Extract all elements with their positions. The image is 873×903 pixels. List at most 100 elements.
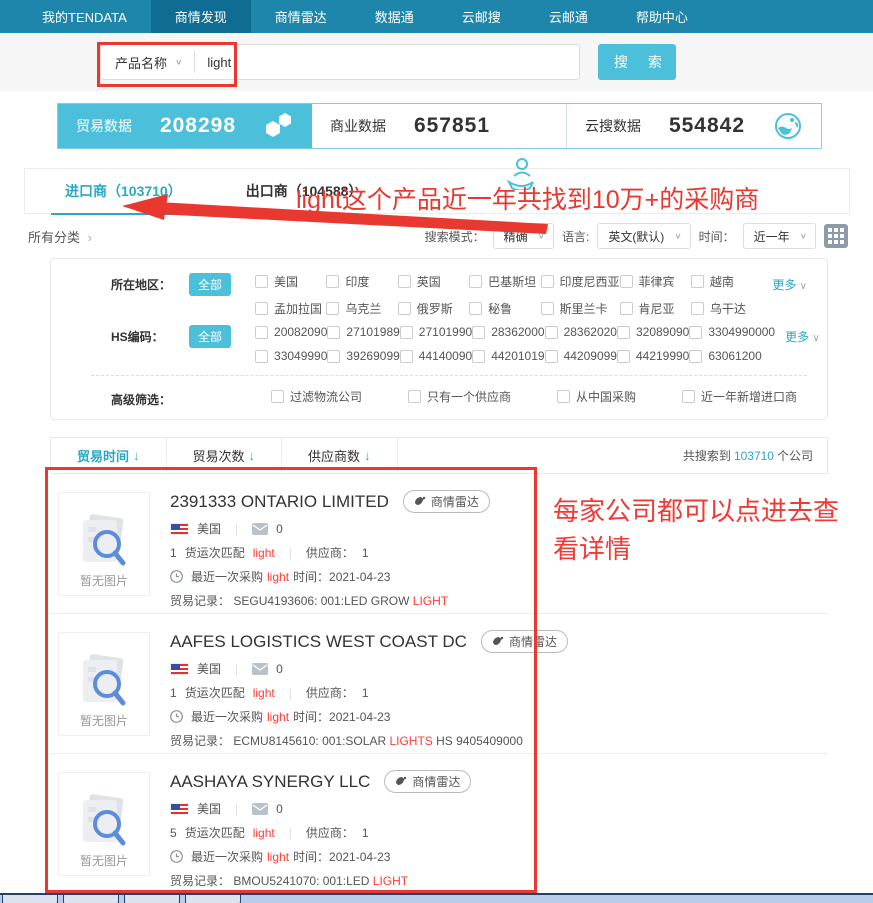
checkbox[interactable] <box>400 350 413 363</box>
nav-item-radar[interactable]: 商情雷达 <box>251 0 351 33</box>
sort-trade-time[interactable]: 贸易时间↓ <box>51 438 167 473</box>
region-checkbox-item[interactable]: 乌干达 <box>691 300 762 317</box>
checkbox[interactable] <box>691 302 704 315</box>
nav-item-datatong[interactable]: 数据通 <box>351 0 438 33</box>
hs-checkbox-item[interactable]: 33049990 <box>255 349 327 363</box>
hs-checkbox-item[interactable]: 44219990 <box>617 349 689 363</box>
sort-trade-count[interactable]: 贸易次数↓ <box>167 438 283 473</box>
hs-checkbox-item[interactable]: 28362000 <box>472 325 544 339</box>
checkbox[interactable] <box>398 302 411 315</box>
checkbox[interactable] <box>469 275 482 288</box>
region-checkbox-item[interactable]: 菲律宾 <box>620 273 691 290</box>
company-card[interactable]: 暂无图片 AASHAYA SYNERGY LLC 商情雷达 美国 | 0 <box>50 754 828 894</box>
checkbox[interactable] <box>271 390 284 403</box>
region-checkbox-item[interactable]: 英国 <box>398 273 469 290</box>
checkbox[interactable] <box>541 302 554 315</box>
hs-checkbox-item[interactable]: 32089090 <box>617 325 689 339</box>
radar-pill-button[interactable]: 商情雷达 <box>403 490 490 513</box>
language-select[interactable]: 英文(默认) ∨ <box>597 223 690 249</box>
checkbox[interactable] <box>620 302 633 315</box>
hs-checkbox-item[interactable]: 63061200 <box>689 349 775 363</box>
nav-item-mailsearch[interactable]: 云邮搜 <box>438 0 525 33</box>
company-name-link[interactable]: AAFES LOGISTICS WEST COAST DC <box>170 632 467 652</box>
tab-exporters[interactable]: 出口商（104588） <box>244 169 365 213</box>
nav-item-mailtong[interactable]: 云邮通 <box>525 0 612 33</box>
company-card[interactable]: 暂无图片 AAFES LOGISTICS WEST COAST DC 商情雷达 … <box>50 614 828 754</box>
search-category-dropdown[interactable]: 产品名称 ∨ <box>101 51 195 73</box>
company-name-link[interactable]: 2391333 ONTARIO LIMITED <box>170 492 389 512</box>
checkbox[interactable] <box>617 326 630 339</box>
nav-item-my-tendata[interactable]: 我的TENDATA <box>18 0 151 33</box>
checkbox[interactable] <box>545 350 558 363</box>
search-button[interactable]: 搜 索 <box>598 44 676 80</box>
checkbox[interactable] <box>326 275 339 288</box>
region-checkbox-item[interactable]: 斯里兰卡 <box>541 300 620 317</box>
region-checkbox-item[interactable]: 秘鲁 <box>469 300 540 317</box>
nav-item-discovery[interactable]: 商情发现 <box>151 0 251 33</box>
checkbox[interactable] <box>557 390 570 403</box>
region-checkbox-item[interactable]: 越南 <box>691 273 762 290</box>
checkbox[interactable] <box>617 350 630 363</box>
checkbox[interactable] <box>689 350 702 363</box>
hs-checkbox-item[interactable]: 27101989 <box>327 325 399 339</box>
checkbox[interactable] <box>541 275 554 288</box>
calendar-icon[interactable] <box>824 224 848 248</box>
checkbox[interactable] <box>255 326 268 339</box>
checkbox[interactable] <box>408 390 421 403</box>
hs-checkbox-item[interactable]: 20082090 <box>255 325 327 339</box>
checkbox[interactable] <box>255 275 268 288</box>
hs-checkbox-item[interactable]: 39269099 <box>327 349 399 363</box>
region-all-chip[interactable]: 全部 <box>189 273 231 296</box>
time-select[interactable]: 近一年 ∨ <box>743 223 816 249</box>
hs-checkbox-item[interactable]: 44201019 <box>472 349 544 363</box>
region-checkbox-item[interactable]: 美国 <box>255 273 326 290</box>
region-checkbox-item[interactable]: 乌克兰 <box>326 300 397 317</box>
region-checkbox-item[interactable]: 印度 <box>326 273 397 290</box>
hs-checkbox-item[interactable]: 27101990 <box>400 325 472 339</box>
checkbox[interactable] <box>472 350 485 363</box>
region-checkbox-item[interactable]: 巴基斯坦 <box>469 273 540 290</box>
advanced-checkbox-item[interactable]: 近一年新增进口商 <box>682 388 797 405</box>
hs-checkbox-item[interactable]: 28362020 <box>545 325 617 339</box>
radar-pill-button[interactable]: 商情雷达 <box>384 770 471 793</box>
all-categories-link[interactable]: 所有分类 › <box>28 227 92 246</box>
hs-checkbox-item[interactable]: 3304990000 <box>689 325 775 339</box>
region-checkbox-item[interactable]: 孟加拉国 <box>255 300 326 317</box>
checkbox[interactable] <box>620 275 633 288</box>
sort-supplier-count[interactable]: 供应商数↓ <box>282 438 398 473</box>
nav-item-help[interactable]: 帮助中心 <box>612 0 712 33</box>
region-more-link[interactable]: 更多 ∨ <box>772 273 807 293</box>
search-mode-select[interactable]: 精确 ∨ <box>493 223 554 249</box>
checkbox[interactable] <box>326 302 339 315</box>
advanced-checkbox-item[interactable]: 从中国采购 <box>557 388 636 405</box>
sheet-tab[interactable] <box>124 895 180 903</box>
checkbox[interactable] <box>327 350 340 363</box>
hs-checkbox-item[interactable]: 44209099 <box>545 349 617 363</box>
hs-all-chip[interactable]: 全部 <box>189 325 231 348</box>
checkbox[interactable] <box>255 302 268 315</box>
advanced-checkbox-item[interactable]: 过滤物流公司 <box>271 388 362 405</box>
radar-pill-button[interactable]: 商情雷达 <box>481 630 568 653</box>
hs-checkbox-item[interactable]: 44140090 <box>400 349 472 363</box>
checkbox[interactable] <box>682 390 695 403</box>
checkbox[interactable] <box>469 302 482 315</box>
sheet-tab[interactable] <box>185 895 241 903</box>
search-input[interactable] <box>195 55 579 70</box>
checkbox[interactable] <box>691 275 704 288</box>
checkbox[interactable] <box>255 350 268 363</box>
checkbox[interactable] <box>689 326 702 339</box>
checkbox[interactable] <box>545 326 558 339</box>
advanced-checkbox-item[interactable]: 只有一个供应商 <box>408 388 511 405</box>
region-checkbox-item[interactable]: 印度尼西亚 <box>541 273 620 290</box>
hs-more-link[interactable]: 更多 ∨ <box>785 325 820 345</box>
checkbox[interactable] <box>327 326 340 339</box>
region-checkbox-item[interactable]: 俄罗斯 <box>398 300 469 317</box>
checkbox[interactable] <box>398 275 411 288</box>
sheet-tab[interactable] <box>2 895 58 903</box>
company-name-link[interactable]: AASHAYA SYNERGY LLC <box>170 772 370 792</box>
tab-importers[interactable]: 进口商（103710） <box>63 169 184 213</box>
company-card[interactable]: 暂无图片 2391333 ONTARIO LIMITED 商情雷达 美国 | 0 <box>50 474 828 614</box>
sheet-tab[interactable] <box>63 895 119 903</box>
checkbox[interactable] <box>472 326 485 339</box>
region-checkbox-item[interactable]: 肯尼亚 <box>620 300 691 317</box>
